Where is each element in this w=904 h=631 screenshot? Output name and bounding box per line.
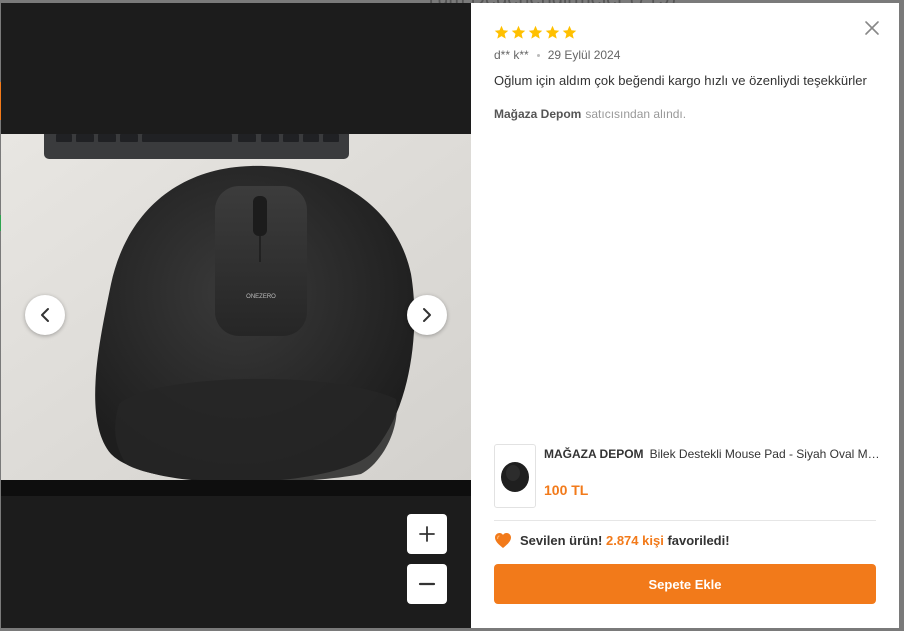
product-brand: MAĞAZA DEPOM (544, 447, 644, 461)
close-icon[interactable] (863, 19, 881, 37)
star-icon (494, 25, 509, 39)
mouse-brand-text: ONEZERO (246, 294, 276, 300)
add-to-cart-button[interactable]: Sepete Ekle (494, 564, 876, 604)
favorite-suffix: favoriledi! (667, 533, 730, 548)
heart-icon (495, 533, 511, 548)
seller-suffix: satıcısından alındı. (585, 107, 687, 121)
review-detail-panel: d** k** 29 Eylül 2024 Oğlum için aldım ç… (471, 3, 899, 628)
review-author: d** k** (494, 48, 529, 62)
favorite-prefix: Sevilen ürün! (520, 533, 603, 548)
minus-icon (418, 582, 436, 586)
star-icon (545, 25, 560, 39)
plus-icon (419, 526, 435, 542)
photo-bottom-strip (1, 480, 471, 496)
product-name: Bilek Destekli Mouse Pad - Siyah Oval Mo… (649, 447, 882, 461)
product-thumbnail[interactable] (494, 444, 536, 508)
favorite-count: 2.874 kişi (605, 533, 664, 548)
product-card[interactable]: MAĞAZA DEPOM Bilek Destekli Mouse Pad - S… (494, 444, 882, 508)
review-comment: Oğlum için aldım çok beğendi kargo hızlı… (494, 73, 867, 88)
review-image-modal: ONEZERO d** k** 29 Eylül 2024 Oğlum için… (1, 3, 899, 628)
star-rating (494, 25, 577, 40)
seller-name[interactable]: Mağaza Depom (494, 107, 581, 121)
divider (494, 520, 876, 521)
star-icon (528, 25, 543, 39)
star-icon (562, 25, 577, 39)
review-photo: ONEZERO (1, 134, 471, 480)
product-price: 100 TL (544, 482, 589, 498)
chevron-right-icon (423, 308, 431, 322)
review-meta: d** k** 29 Eylül 2024 (494, 48, 620, 62)
zoom-in-button[interactable] (407, 514, 447, 554)
product-title[interactable]: MAĞAZA DEPOM Bilek Destekli Mouse Pad - S… (544, 447, 882, 461)
seller-info: Mağaza Depom satıcısından alındı. (494, 107, 686, 121)
star-icon (511, 25, 526, 39)
image-gallery: ONEZERO (1, 3, 471, 628)
zoom-out-button[interactable] (407, 564, 447, 604)
favorite-info: Sevilen ürün! 2.874 kişi favoriledi! (494, 532, 730, 549)
separator-dot (536, 53, 540, 57)
review-date: 29 Eylül 2024 (547, 48, 621, 62)
previous-image-button[interactable] (25, 295, 65, 335)
next-image-button[interactable] (407, 295, 447, 335)
chevron-left-icon (41, 308, 49, 322)
